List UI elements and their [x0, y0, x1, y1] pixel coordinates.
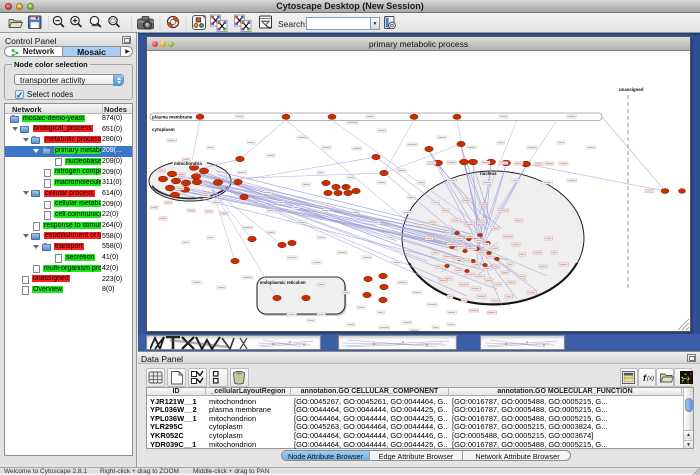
svg-text:endoplasmic reticulum: endoplasmic reticulum	[260, 280, 306, 285]
svg-text:unassigned: unassigned	[619, 87, 644, 92]
svg-text:nucleus: nucleus	[480, 171, 497, 176]
svg-text:mitochondria: mitochondria	[174, 161, 202, 166]
svg-text:plasma membrane: plasma membrane	[152, 115, 193, 120]
svg-text:cytoplasm: cytoplasm	[152, 127, 175, 132]
svg-text:(x): (x)	[647, 376, 654, 382]
